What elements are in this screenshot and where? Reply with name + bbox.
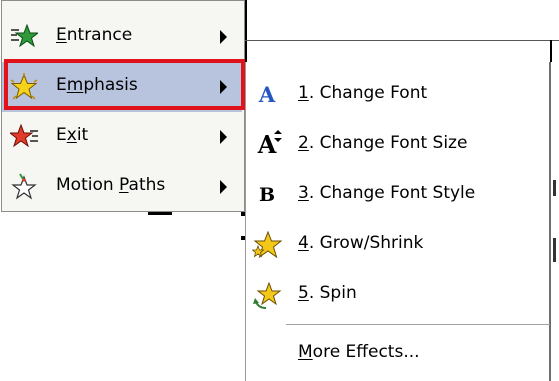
menu-item-label: 1. Change Font — [298, 83, 428, 103]
menu-item-label: 5. Spin — [298, 283, 357, 303]
menu-item-label: Motion Paths — [56, 175, 166, 195]
menu-item-motion-paths[interactable]: Motion Paths — [2, 162, 242, 212]
menu-item-emphasis[interactable]: Emphasis — [2, 62, 242, 112]
menu-item-change-font[interactable]: A 1. Change Font — [246, 69, 550, 119]
emphasis-star-icon — [10, 73, 38, 101]
submenu-arrow-icon — [220, 130, 227, 144]
menu-separator — [286, 324, 550, 325]
add-effect-menu: Entrance Emphasis Exit Motion Paths — [1, 0, 245, 212]
menu-item-label: 4. Grow/Shrink — [298, 233, 424, 253]
menu-item-exit[interactable]: Exit — [2, 112, 242, 162]
motion-paths-star-icon — [10, 173, 38, 201]
background-line — [245, 40, 559, 41]
submenu-arrow-icon — [220, 80, 227, 94]
emphasis-submenu: A 1. Change Font A 2. Change Font Size B… — [245, 62, 551, 381]
menu-item-label: More Effects... — [298, 342, 420, 362]
menu-item-change-font-style[interactable]: B 3. Change Font Style — [246, 169, 550, 219]
menu-item-label: 3. Change Font Style — [298, 183, 476, 203]
background-mark — [553, 180, 556, 196]
menu-item-label: Emphasis — [56, 75, 138, 95]
spin-icon — [252, 280, 282, 310]
background-line — [245, 0, 247, 62]
change-font-style-icon: B — [258, 184, 276, 206]
menu-item-more-effects[interactable]: More Effects... — [246, 328, 550, 378]
menu-item-label: Exit — [56, 125, 89, 145]
grow-shrink-icon — [251, 230, 283, 260]
background-mark — [148, 212, 172, 215]
background-mark — [553, 238, 556, 262]
submenu-arrow-icon — [220, 30, 227, 44]
menu-item-change-font-size[interactable]: A 2. Change Font Size — [246, 119, 550, 169]
menu-item-label: Entrance — [56, 25, 133, 45]
menu-item-label: 2. Change Font Size — [298, 133, 468, 153]
submenu-arrow-icon — [220, 180, 227, 194]
menu-item-entrance[interactable]: Entrance — [2, 12, 242, 62]
menu-item-grow-shrink[interactable]: 4. Grow/Shrink — [246, 219, 550, 269]
menu-item-spin[interactable]: 5. Spin — [246, 269, 550, 319]
change-font-size-icon: A — [252, 130, 282, 160]
background-line — [550, 40, 552, 62]
change-font-icon: A — [258, 82, 276, 107]
exit-star-icon — [8, 123, 38, 151]
entrance-star-icon — [10, 23, 40, 51]
